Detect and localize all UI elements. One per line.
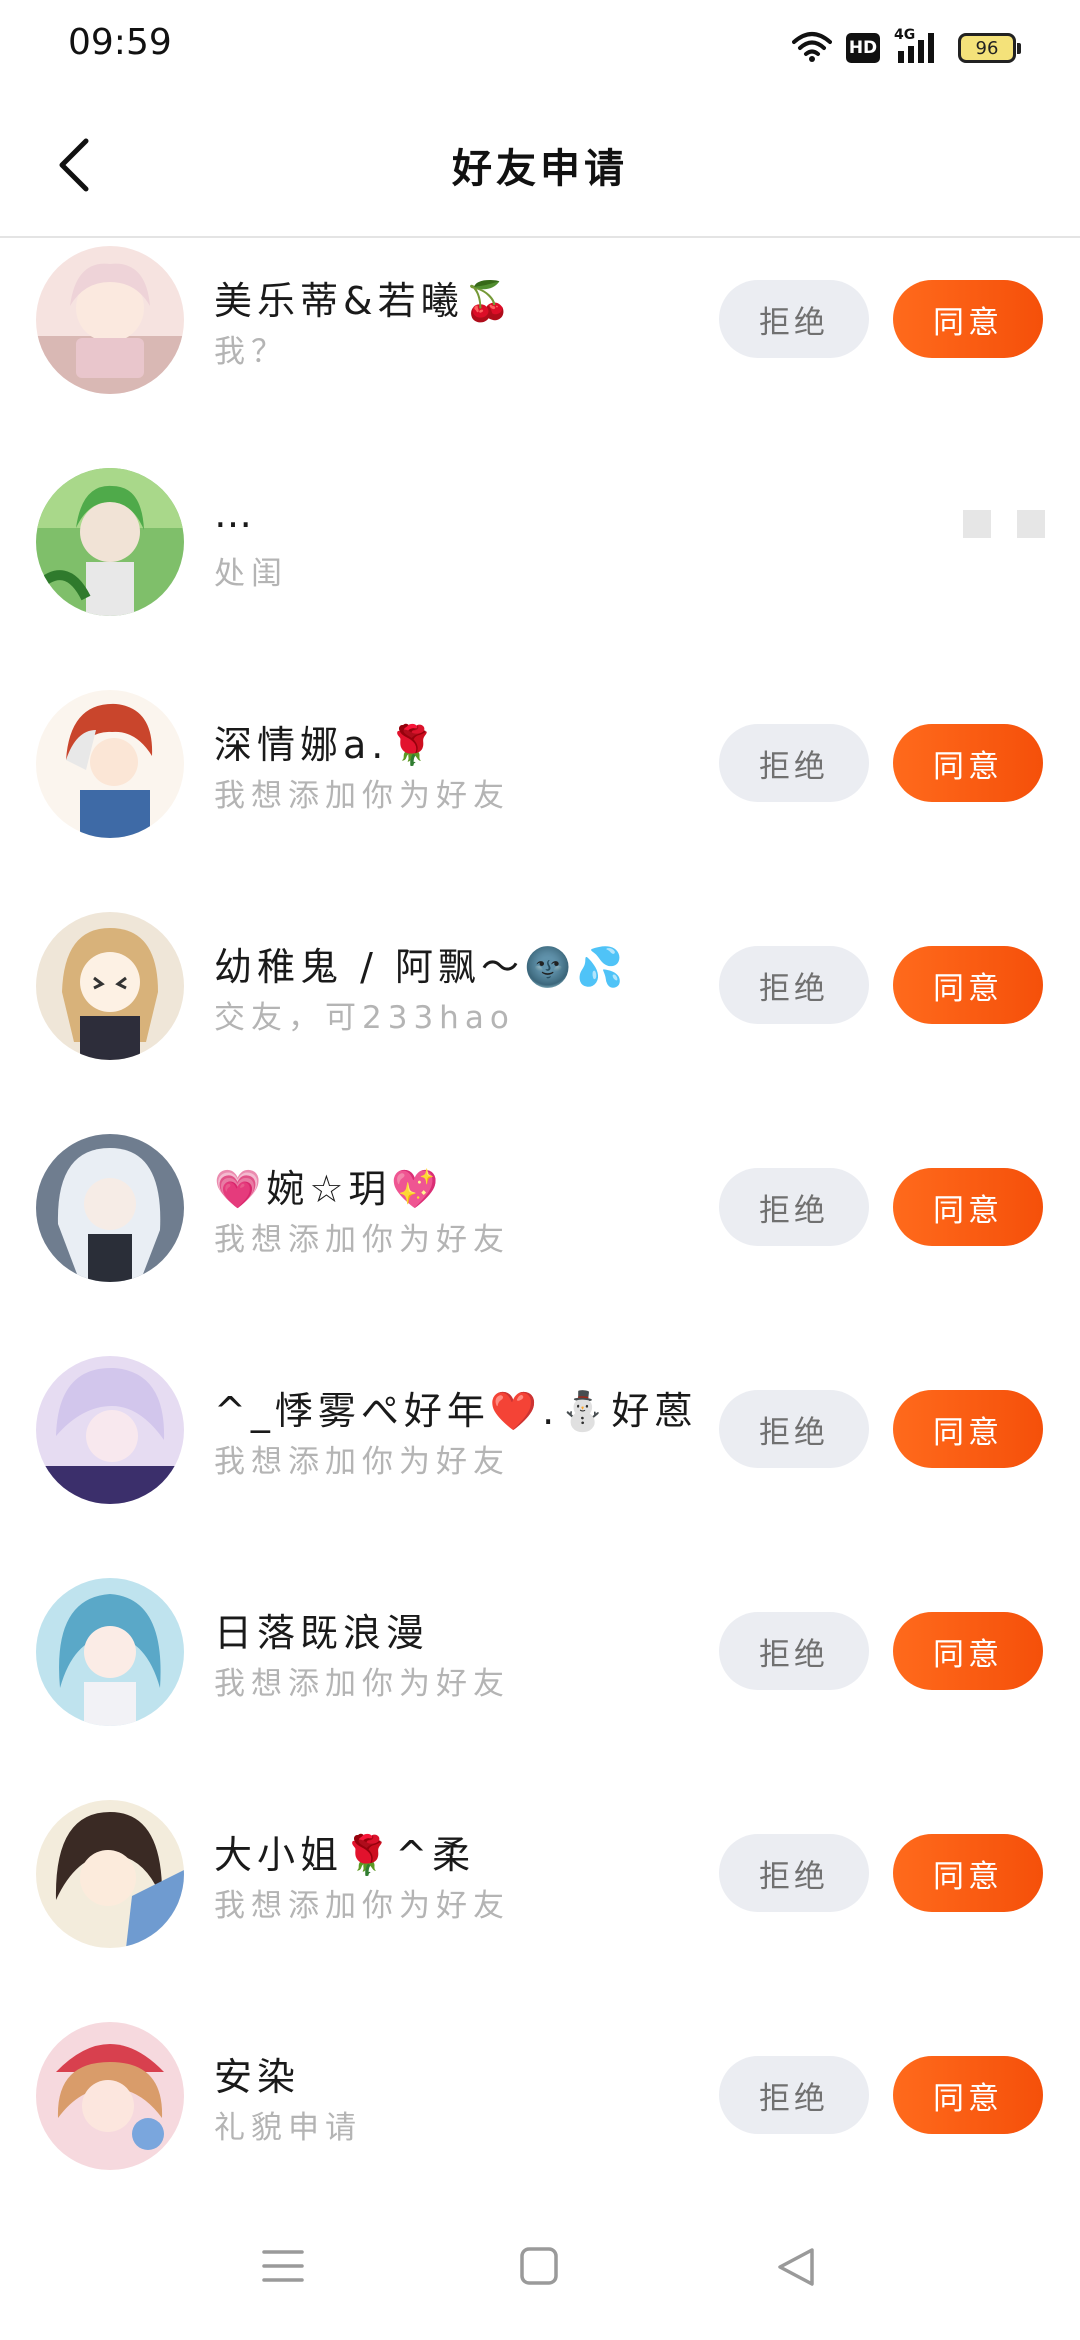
triangle-back-icon[interactable] (776, 2246, 816, 2292)
request-message: 我想添加你为好友 (214, 778, 510, 814)
request-message: 我想添加你为好友 (214, 1888, 510, 1924)
request-name: 💗婉☆玥💖 (214, 1167, 444, 1211)
status-icons: HD 4G 96 (792, 26, 1021, 70)
avatar[interactable] (36, 1578, 184, 1726)
accept-button[interactable]: 同意 (893, 946, 1043, 1024)
request-name: 幼稚鬼 / 阿飘～🌚💦 (214, 945, 629, 989)
request-message: 我？ (214, 334, 288, 370)
placeholder-square (963, 510, 991, 538)
request-name: 美乐蒂&若曦🍒 (214, 279, 516, 323)
accept-button[interactable]: 同意 (893, 1390, 1043, 1468)
signal-icon: 4G (894, 27, 944, 65)
friend-request-list: 美乐蒂&若曦🍒 我？ 拒绝 同意 … 处闺 深情娜a.🌹 我想添加你为好友 拒绝… (0, 240, 1080, 2238)
placeholder-square (1017, 510, 1045, 538)
request-name: 大小姐🌹^柔 (214, 1833, 476, 1877)
list-item: 深情娜a.🌹 我想添加你为好友 拒绝 同意 (0, 684, 1080, 906)
accept-button[interactable]: 同意 (893, 1612, 1043, 1690)
page-title: 好友申请 (452, 146, 628, 192)
request-name: ^_悸雾ぺ好年❤️.⛄好蒽 (214, 1389, 698, 1433)
header-bar: 好友申请 (0, 96, 1080, 238)
reject-button[interactable]: 拒绝 (719, 1612, 869, 1690)
request-message: 礼貌申请 (214, 2110, 362, 2146)
list-item: ^_悸雾ぺ好年❤️.⛄好蒽 我想添加你为好友 拒绝 同意 (0, 1350, 1080, 1572)
avatar[interactable] (36, 1356, 184, 1504)
avatar[interactable] (36, 468, 184, 616)
loading-placeholder (963, 510, 1045, 538)
list-item: 💗婉☆玥💖 我想添加你为好友 拒绝 同意 (0, 1128, 1080, 1350)
list-item: 大小姐🌹^柔 我想添加你为好友 拒绝 同意 (0, 1794, 1080, 2016)
avatar[interactable] (36, 912, 184, 1060)
avatar[interactable] (36, 690, 184, 838)
reject-button[interactable]: 拒绝 (719, 280, 869, 358)
hd-badge: HD (846, 33, 880, 63)
home-icon[interactable] (519, 2246, 559, 2290)
accept-button[interactable]: 同意 (893, 724, 1043, 802)
reject-button[interactable]: 拒绝 (719, 724, 869, 802)
accept-button[interactable]: 同意 (893, 1168, 1043, 1246)
list-item: … 处闺 (0, 462, 1080, 684)
wifi-icon (792, 30, 832, 66)
menu-icon[interactable] (262, 2246, 304, 2290)
reject-button[interactable]: 拒绝 (719, 946, 869, 1024)
avatar[interactable] (36, 1134, 184, 1282)
reject-button[interactable]: 拒绝 (719, 1168, 869, 1246)
reject-button[interactable]: 拒绝 (719, 1390, 869, 1468)
request-message: 处闺 (214, 556, 288, 592)
battery-icon: 96 (958, 33, 1021, 63)
request-name: 安染 (214, 2055, 301, 2099)
request-message: 我想添加你为好友 (214, 1222, 510, 1258)
request-name: 深情娜a.🌹 (214, 723, 441, 767)
accept-button[interactable]: 同意 (893, 280, 1043, 358)
reject-button[interactable]: 拒绝 (719, 2056, 869, 2134)
status-time: 09:59 (68, 22, 172, 63)
status-bar: 09:59 HD 4G 96 (0, 0, 1080, 96)
battery-level: 96 (975, 37, 999, 59)
accept-button[interactable]: 同意 (893, 1834, 1043, 1912)
request-message: 我想添加你为好友 (214, 1666, 510, 1702)
list-item: 幼稚鬼 / 阿飘～🌚💦 交友，可233hao 拒绝 同意 (0, 906, 1080, 1128)
reject-button[interactable]: 拒绝 (719, 1834, 869, 1912)
system-navigation-bar (0, 2200, 1080, 2340)
request-name: … (214, 492, 257, 536)
avatar[interactable] (36, 1800, 184, 1948)
avatar[interactable] (36, 2022, 184, 2170)
list-item: 美乐蒂&若曦🍒 我？ 拒绝 同意 (0, 240, 1080, 462)
request-name: 日落既浪漫 (214, 1611, 430, 1655)
accept-button[interactable]: 同意 (893, 2056, 1043, 2134)
list-item: 日落既浪漫 我想添加你为好友 拒绝 同意 (0, 1572, 1080, 1794)
request-message: 我想添加你为好友 (214, 1444, 510, 1480)
request-message: 交友，可233hao (214, 1000, 515, 1036)
avatar[interactable] (36, 246, 184, 394)
